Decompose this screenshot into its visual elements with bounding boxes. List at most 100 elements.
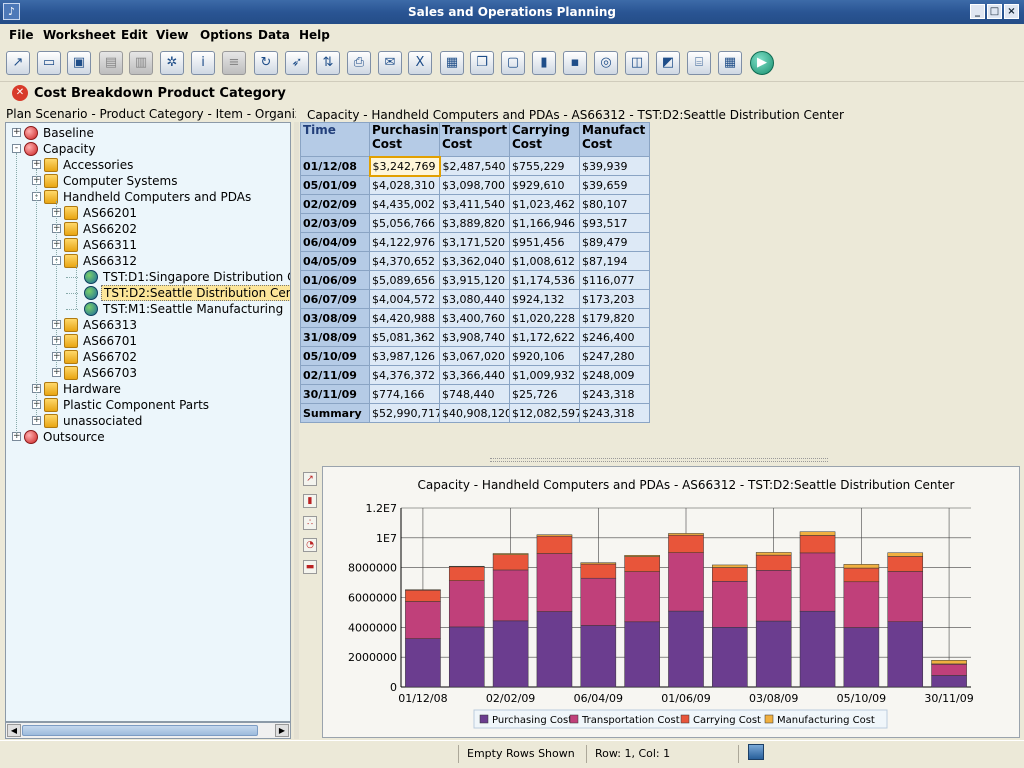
refresh-icon[interactable]: ↻ [254, 51, 278, 75]
tree-node[interactable]: - Handheld Computers and PDAs [6, 189, 290, 205]
table-cell[interactable]: $1,009,932 [509, 365, 580, 385]
table-cell[interactable]: $93,517 [579, 213, 650, 233]
stacked-bar-chart-icon[interactable]: ▬ [303, 560, 317, 574]
tree-node[interactable]: + AS66702 [6, 349, 290, 365]
row-header[interactable]: 06/07/09 [300, 289, 370, 309]
table-cell[interactable]: $3,987,126 [369, 346, 440, 366]
tree-node-label[interactable]: Baseline [41, 125, 96, 141]
row-header[interactable]: 02/11/09 [300, 365, 370, 385]
tree-node[interactable]: + Baseline [6, 125, 290, 141]
table-cell[interactable]: $5,056,766 [369, 213, 440, 233]
table-cell[interactable]: $4,420,988 [369, 308, 440, 328]
chart-splitter[interactable] [490, 458, 828, 462]
menu-data[interactable]: Data [258, 28, 290, 42]
layout-3-icon[interactable]: ▪ [563, 51, 587, 75]
table-cell[interactable]: $247,280 [579, 346, 650, 366]
tree-horizontal-scrollbar[interactable]: ◀ ▶ [5, 722, 291, 739]
tree-node[interactable]: + AS66313 [6, 317, 290, 333]
collapse-icon[interactable]: - [12, 144, 21, 153]
tree-node[interactable]: + Hardware [6, 381, 290, 397]
close-window-button[interactable]: × [1004, 4, 1019, 19]
menu-help[interactable]: Help [299, 28, 330, 42]
tree-node[interactable]: TST:D2:Seattle Distribution Cente [6, 285, 290, 301]
table-cell[interactable]: $243,318 [579, 403, 650, 423]
table-cell[interactable]: $39,659 [579, 175, 650, 195]
row-header[interactable]: 04/05/09 [300, 251, 370, 271]
table-cell[interactable]: $3,242,769 [368, 155, 441, 177]
table-cell[interactable]: $4,004,572 [369, 289, 440, 309]
layout-6-icon[interactable]: ◩ [656, 51, 680, 75]
table-cell[interactable]: $920,106 [509, 346, 580, 366]
layout-4-icon[interactable]: ◎ [594, 51, 618, 75]
tree-node-label[interactable]: AS66701 [81, 333, 139, 349]
row-header[interactable]: 31/08/09 [300, 327, 370, 347]
row-header[interactable]: 03/08/09 [300, 308, 370, 328]
table-cell[interactable]: $4,370,652 [369, 251, 440, 271]
scatter-chart-icon[interactable]: ∴ [303, 516, 317, 530]
tree-node[interactable]: - AS66312 [6, 253, 290, 269]
table-cell[interactable]: $243,318 [579, 384, 650, 404]
table-cell[interactable]: $5,089,656 [369, 270, 440, 290]
layout-5-icon[interactable]: ◫ [625, 51, 649, 75]
table-cell[interactable]: $1,020,228 [509, 308, 580, 328]
menu-view[interactable]: View [156, 28, 188, 42]
tree-node[interactable]: + AS66201 [6, 205, 290, 221]
table-cell[interactable]: $4,028,310 [369, 175, 440, 195]
tree-node-label[interactable]: TST:M1:Seattle Manufacturing [101, 301, 285, 317]
bar-chart-icon[interactable]: ▮ [303, 494, 317, 508]
menu-file[interactable]: File [9, 28, 34, 42]
table-cell[interactable]: $1,174,536 [509, 270, 580, 290]
tree-node[interactable]: + AS66311 [6, 237, 290, 253]
table-cell[interactable]: $1,023,462 [509, 194, 580, 214]
row-header[interactable]: 01/06/09 [300, 270, 370, 290]
expand-icon[interactable]: + [32, 160, 41, 169]
row-header[interactable]: 30/11/09 [300, 384, 370, 404]
close-panel-button[interactable]: ✕ [12, 85, 28, 101]
tree-node-label[interactable]: Handheld Computers and PDAs [61, 189, 253, 205]
table-cell[interactable]: $755,229 [509, 156, 580, 176]
column-header-manufact[interactable]: Manufact Cost [579, 122, 650, 157]
disabled-doc-icon[interactable]: ▥ [129, 51, 153, 75]
tree-node-label[interactable]: AS66311 [81, 237, 139, 253]
table-cell[interactable]: $52,990,717 [369, 403, 440, 423]
table-cell[interactable]: $3,080,440 [439, 289, 510, 309]
column-header-purchasing[interactable]: PurchasingCost [369, 122, 440, 157]
print-preview-icon[interactable]: ▤ [99, 51, 123, 75]
calculator-icon[interactable]: ▦ [440, 51, 464, 75]
tree-node-label[interactable]: AS66313 [81, 317, 139, 333]
row-header[interactable]: Summary [300, 403, 370, 423]
tree-node[interactable]: + unassociated [6, 413, 290, 429]
tree-node-label[interactable]: TST:D2:Seattle Distribution Cente [101, 285, 290, 301]
tree-node[interactable]: + Computer Systems [6, 173, 290, 189]
table-cell[interactable]: $25,726 [509, 384, 580, 404]
row-header[interactable]: 05/10/09 [300, 346, 370, 366]
tree-node[interactable]: + AS66701 [6, 333, 290, 349]
table-cell[interactable]: $3,915,120 [439, 270, 510, 290]
table-cell[interactable]: $3,889,820 [439, 213, 510, 233]
hierarchy-tree[interactable]: + Baseline - Capacity + Accessories + Computer … [5, 122, 291, 722]
tree-node[interactable]: TST:M1:Seattle Manufacturing [6, 301, 290, 317]
tree-node[interactable]: - Capacity [6, 141, 290, 157]
table-cell[interactable]: $248,009 [579, 365, 650, 385]
row-header[interactable]: 01/12/08 [300, 156, 370, 176]
go-icon[interactable]: ▶ [750, 51, 774, 75]
table-cell[interactable]: $179,820 [579, 308, 650, 328]
menu-worksheet[interactable]: Worksheet [43, 28, 116, 42]
row-header[interactable]: 06/04/09 [300, 232, 370, 252]
tree-node-label[interactable]: AS66312 [81, 253, 139, 269]
expand-icon[interactable]: + [12, 128, 21, 137]
tree-node-label[interactable]: Capacity [41, 141, 97, 157]
tree-node[interactable]: + Accessories [6, 157, 290, 173]
tree-node-label[interactable]: AS66202 [81, 221, 139, 237]
table-cell[interactable]: $3,067,020 [439, 346, 510, 366]
layout-1-icon[interactable]: ▢ [501, 51, 525, 75]
document-info-icon[interactable]: i [191, 51, 215, 75]
table-cell[interactable]: $246,400 [579, 327, 650, 347]
menu-edit[interactable]: Edit [121, 28, 148, 42]
tree-node-label[interactable]: Hardware [61, 381, 123, 397]
table-cell[interactable]: $924,132 [509, 289, 580, 309]
table-cell[interactable]: $80,107 [579, 194, 650, 214]
table-cell[interactable]: $3,908,740 [439, 327, 510, 347]
table-cell[interactable]: $4,122,976 [369, 232, 440, 252]
column-header-carrying[interactable]: Carrying Cost [509, 122, 580, 157]
